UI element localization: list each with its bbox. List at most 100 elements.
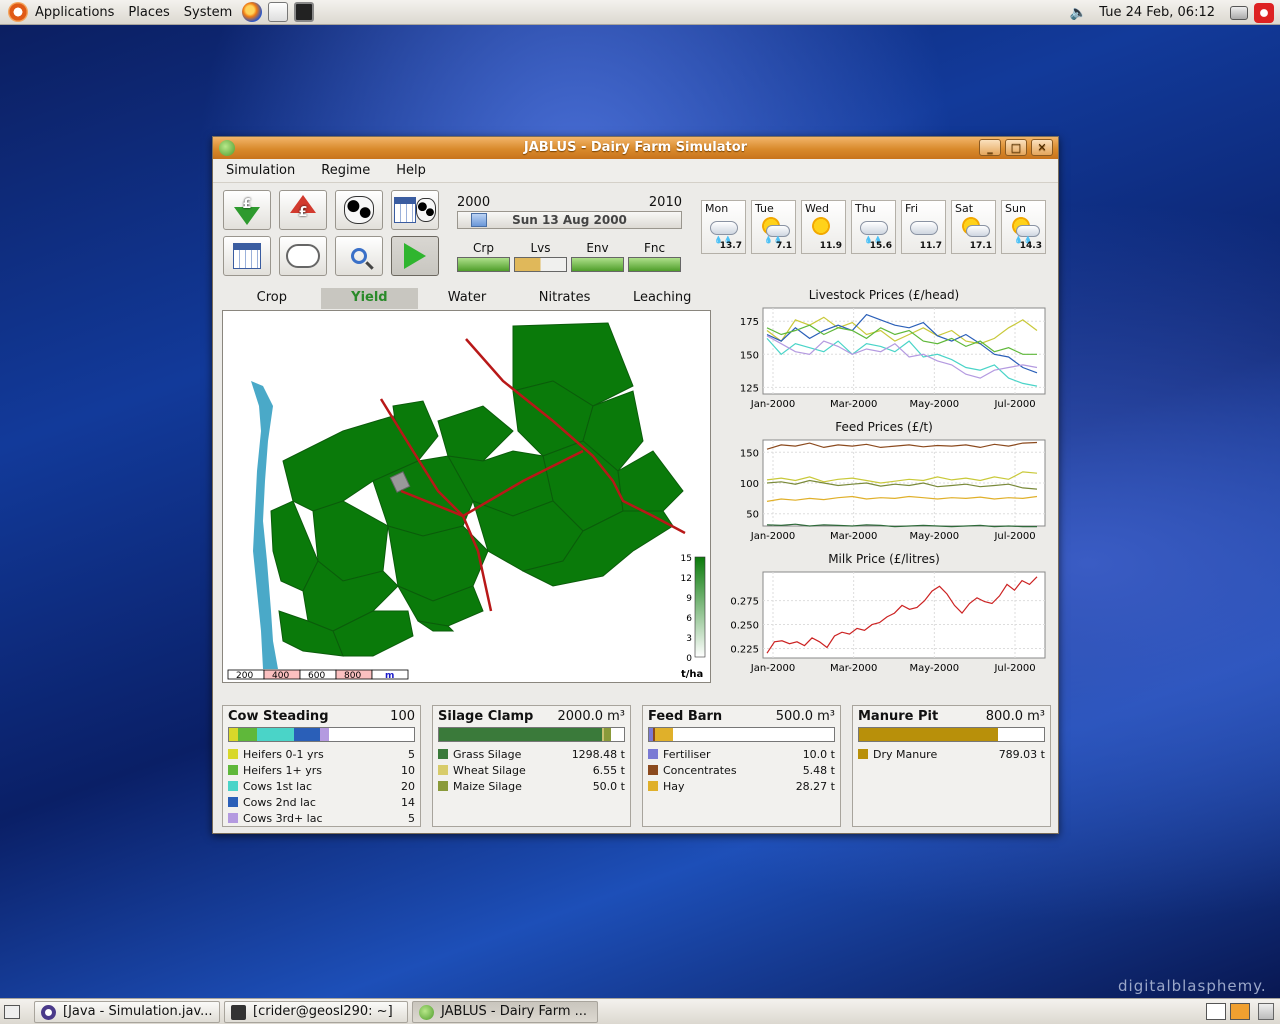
weather-day: Sun [1005,202,1026,215]
time-slider-thumb[interactable] [471,213,487,227]
weather-day: Fri [905,202,919,215]
store-item-label: Wheat Silage [453,763,526,777]
workspace-1[interactable] [1206,1003,1226,1020]
weather-temp: 15.6 [869,241,892,251]
store-item-value: 10.0 t [802,747,835,761]
weather-card-mon: Mon 💧💧 13.7 [701,200,746,254]
y-tick-label: 0.225 [730,644,759,655]
text-editor-launcher-icon[interactable] [268,2,289,22]
store-manure-pit: Manure Pit 800.0 m³ Dry Manure 789.03 t [852,705,1051,827]
legend-tick: 15 [681,554,692,564]
task-java[interactable]: [Java - Simulation.jav... [34,1000,220,1023]
inspect-button[interactable] [335,236,383,276]
legend-tick: 3 [686,634,692,644]
menu-simulation[interactable]: Simulation [213,163,308,178]
start-year: 2000 [457,195,491,210]
y-tick-label: 175 [740,317,759,328]
meter-bar [514,257,567,272]
herd-calendar-button[interactable] [391,190,439,230]
store-item-value: 1298.48 t [571,747,625,761]
network-icon[interactable] [1230,5,1248,20]
yield-legend-bar [694,556,706,658]
store-fill-bar [228,727,415,742]
task-jablus[interactable]: JABLUS - Dairy Farm ... [412,1000,598,1023]
workspace-2[interactable] [1230,1003,1250,1020]
store-bar-segment [654,728,674,741]
livestock-button[interactable] [335,190,383,230]
clock[interactable]: Tue 24 Feb, 06:12 [1099,5,1215,20]
color-swatch [648,781,658,791]
meter-lvs: Lvs [514,241,567,272]
shutdown-icon[interactable] [1254,2,1274,23]
color-swatch [228,749,238,759]
store-item-value: 14 [401,795,415,809]
price-charts: Livestock Prices (£/head) 175 150 125 Jan-2… [719,288,1049,684]
menu-applications[interactable]: Applications [28,0,121,25]
tab-water[interactable]: Water [418,288,516,309]
weather-button[interactable] [279,236,327,276]
weather-card-fri: Fri 11.7 [901,200,946,254]
jablus-icon [419,1004,434,1020]
feed-price-chart: 150 100 50 Jan-2000 Mar-2000 May-2000 Jul-2000 [740,439,1046,542]
farm-map-canvas[interactable]: 200 400 600 800 m 15 12 9 6 3 0 t/ha [223,311,710,682]
window-titlebar[interactable]: JABLUS - Dairy Farm Simulator _ □ ✕ [213,137,1058,159]
scale-label: m [385,671,394,681]
minimize-button[interactable]: _ [979,139,1001,156]
store-fill-bar [648,727,835,742]
y-tick-label: 150 [740,448,759,459]
x-tick-label: Mar-2000 [830,399,877,410]
task-terminal[interactable]: [crider@geosl290: ~] [224,1000,408,1023]
x-tick-label: Jul-2000 [993,663,1035,674]
y-tick-label: 50 [746,510,759,521]
menu-regime[interactable]: Regime [308,163,383,178]
task-label: [crider@geosl290: ~] [253,1003,393,1019]
weather-card-tue: Tue 💧💧 7.1 [751,200,796,254]
tab-crop[interactable]: Crop [223,288,321,309]
thought-cloud-icon [286,244,320,268]
trash-icon[interactable] [1258,1003,1274,1020]
store-item: Fertiliser 10.0 t [648,746,835,762]
cloud-icon [966,225,990,237]
store-bar-segment [439,728,602,741]
store-item: Cows 2nd lac 14 [228,794,415,810]
store-item: Maize Silage 50.0 t [438,778,625,794]
jablus-window: JABLUS - Dairy Farm Simulator _ □ ✕ Simu… [212,136,1059,834]
magnifier-icon [351,248,367,264]
tab-yield[interactable]: Yield [320,288,419,309]
store-item-value: 50.0 t [592,779,625,793]
buy-button[interactable]: £ [279,190,327,230]
terminal-launcher-icon[interactable] [294,2,315,22]
weather-temp: 11.9 [819,241,842,251]
maximize-button[interactable]: □ [1005,139,1027,156]
field [437,405,514,462]
legend-tick: 9 [686,594,692,604]
weather-temp: 7.1 [776,241,792,251]
farm-map[interactable]: 200 400 600 800 m 15 12 9 6 3 0 t/ha [222,310,711,683]
x-tick-label: May-2000 [910,531,960,542]
calendar-wheat-icon [233,243,261,269]
close-button[interactable]: ✕ [1031,139,1053,156]
tab-nitrates[interactable]: Nitrates [516,288,614,309]
crop-calendar-button[interactable] [223,236,271,276]
livestock-price-chart: 175 150 125 Jan-2000 Mar-2000 May-2000 Jul-200… [740,307,1046,410]
firefox-launcher-icon[interactable] [242,2,263,22]
store-item-label: Fertiliser [663,747,711,761]
store-feed-barn: Feed Barn 500.0 m³ Fertiliser 10.0 t Concent… [642,705,841,827]
store-item-value: 5 [408,747,415,761]
sell-button[interactable]: £ [223,190,271,230]
meter-label: Lvs [530,241,551,255]
menu-system[interactable]: System [177,0,239,25]
play-icon [404,243,426,269]
map-tabs: Crop Yield Water Nitrates Leaching [223,288,711,309]
time-slider[interactable]: Sun 13 Aug 2000 [457,211,682,229]
legend-ticks: 15 12 9 6 3 0 [681,554,693,664]
volume-icon[interactable]: 🔈 [1070,5,1087,21]
show-desktop-icon[interactable] [4,1004,20,1019]
tab-leaching[interactable]: Leaching [613,288,711,309]
run-button[interactable] [391,236,439,276]
legend-tick: 12 [681,574,692,584]
menu-places[interactable]: Places [121,0,176,25]
ubuntu-logo-icon[interactable] [8,2,28,22]
store-item-label: Heifers 0-1 yrs [243,747,324,761]
menu-help[interactable]: Help [383,163,439,178]
